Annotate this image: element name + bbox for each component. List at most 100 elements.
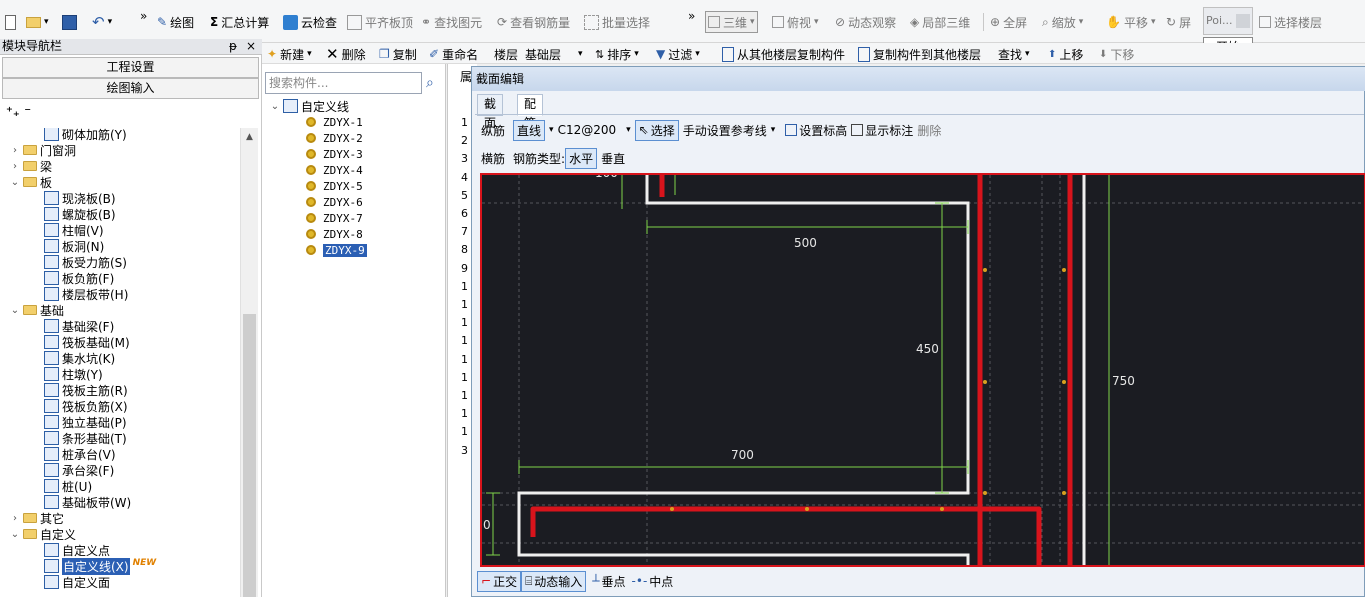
tree-folder[interactable]: › 其它 bbox=[10, 510, 64, 526]
top-view-button[interactable]: 俯视 ▾ bbox=[772, 12, 819, 32]
delete-rebar-button[interactable]: 删除 bbox=[917, 122, 941, 139]
zoom-button[interactable]: ⌕ 缩放 ▾ bbox=[1042, 12, 1083, 32]
midpoint-snap[interactable]: -•- 中点 bbox=[632, 573, 674, 590]
flat-top-button[interactable]: 平齐板顶 bbox=[347, 12, 413, 32]
list-item[interactable]: ZDYX-4 bbox=[306, 162, 363, 178]
chevron-down-icon[interactable]: ⌄ bbox=[270, 101, 280, 112]
expand-collapse-icon[interactable]: ⁺₊ ⁻ bbox=[6, 105, 31, 120]
chevron-right-icon[interactable]: › bbox=[10, 161, 20, 172]
show-dim-button[interactable]: 显示标注 bbox=[851, 122, 913, 139]
draw-button[interactable]: ✎ 绘图 bbox=[157, 12, 194, 32]
tree-item[interactable]: 砌体加筋(Y) bbox=[44, 128, 127, 142]
tree-item[interactable]: 基础板带(W) bbox=[44, 494, 131, 510]
vertical-button[interactable]: 垂直 bbox=[601, 150, 625, 167]
tree-item[interactable]: 板负筋(F) bbox=[44, 270, 114, 286]
tree-item[interactable]: 桩(U) bbox=[44, 478, 92, 494]
undo-button[interactable]: ↶ ▾ bbox=[92, 12, 112, 32]
tree-scrollbar[interactable]: ▲ bbox=[240, 128, 258, 597]
save-button[interactable] bbox=[62, 12, 77, 32]
tree-item[interactable]: 螺旋板(B) bbox=[44, 206, 116, 222]
list-item[interactable]: ZDYX-9 bbox=[306, 242, 367, 258]
tree-item[interactable]: 柱墩(Y) bbox=[44, 366, 103, 382]
sum-calc-button[interactable]: Σ 汇总计算 bbox=[210, 12, 269, 32]
filter-button[interactable]: ▼ 过滤 ▾ bbox=[656, 44, 700, 64]
tab-section[interactable]: 截面 bbox=[477, 94, 504, 130]
rebar-spec-select[interactable]: C12@200 bbox=[558, 123, 617, 137]
more-tools-button-2[interactable]: » bbox=[688, 6, 695, 26]
pan-button[interactable]: ✋ 平移 ▾ bbox=[1106, 12, 1156, 32]
tree-item[interactable]: 楼层板带(H) bbox=[44, 286, 128, 302]
tree-folder[interactable]: › 梁 bbox=[10, 158, 52, 174]
open-file-button[interactable]: ▾ bbox=[26, 12, 49, 32]
list-item[interactable]: ZDYX-5 bbox=[306, 178, 363, 194]
tree-item[interactable]: 现浇板(B) bbox=[44, 190, 116, 206]
tree-item[interactable]: 筏板基础(M) bbox=[44, 334, 130, 350]
pin-icon[interactable]: ᵽ bbox=[229, 39, 237, 54]
local-3d-button[interactable]: ◈ 局部三维 bbox=[910, 12, 970, 32]
spec-dropdown-icon[interactable]: ▾ bbox=[626, 125, 631, 135]
tree-item[interactable]: 柱帽(V) bbox=[44, 222, 104, 238]
dynamic-view-button[interactable]: ⊘ 动态观察 bbox=[835, 12, 896, 32]
copy-to-floor-button[interactable]: 复制构件到其他楼层 bbox=[858, 44, 981, 64]
ortho-toggle[interactable]: ⌐ 正交 bbox=[477, 570, 522, 592]
select-button[interactable]: ⇖ 选择 bbox=[634, 119, 679, 141]
line-mode-button[interactable]: 直线 bbox=[513, 119, 546, 141]
tree-folder[interactable]: › 门窗洞 bbox=[10, 142, 76, 158]
batch-select-button[interactable]: 批量选择 bbox=[584, 12, 650, 32]
tree-item[interactable]: 独立基础(P) bbox=[44, 414, 127, 430]
list-item[interactable]: ZDYX-7 bbox=[306, 210, 363, 226]
chevron-down-icon[interactable]: ⌄ bbox=[10, 305, 20, 316]
list-item[interactable]: ZDYX-3 bbox=[306, 146, 363, 162]
tree-folder[interactable]: ⌄ 板 bbox=[10, 174, 52, 190]
tree-item[interactable]: 板洞(N) bbox=[44, 238, 104, 254]
find-button[interactable]: 查找 ▾ bbox=[998, 44, 1030, 64]
fullscreen-button[interactable]: ⊕ 全屏 bbox=[990, 12, 1027, 32]
move-down-button[interactable]: ⬇ 下移 bbox=[1099, 44, 1134, 64]
move-up-button[interactable]: ⬆ 上移 bbox=[1048, 44, 1083, 64]
tab-rebar[interactable]: 配筋 bbox=[517, 94, 544, 130]
list-item[interactable]: ZDYX-6 bbox=[306, 194, 363, 210]
set-elevation-button[interactable]: 设置标高 bbox=[785, 122, 847, 139]
chevron-down-icon[interactable]: ⌄ bbox=[10, 529, 20, 540]
tree-item[interactable]: 自定义线(X) NEW bbox=[44, 557, 156, 575]
manual-ref-button[interactable]: 手动设置参考线 bbox=[683, 122, 767, 139]
search-icon[interactable]: ⌕ bbox=[426, 75, 434, 91]
cloud-check-button[interactable]: 云检查 bbox=[283, 12, 337, 32]
drawing-canvas[interactable]: 100 500 450 750 700 0 bbox=[480, 173, 1365, 567]
floor-selector[interactable]: 楼层 基础层 ▾ bbox=[494, 44, 583, 64]
find-element-button[interactable]: ⚭ 查找图元 bbox=[421, 12, 482, 32]
longitudinal-rebar-button[interactable]: 纵筋 bbox=[477, 122, 509, 139]
close-icon[interactable]: × bbox=[246, 39, 256, 54]
scroll-thumb[interactable] bbox=[243, 314, 256, 597]
perpendicular-snap[interactable]: ┴ 垂点 bbox=[592, 573, 625, 590]
tree-item[interactable]: 筏板主筋(R) bbox=[44, 382, 128, 398]
search-input[interactable]: 搜索构件... bbox=[265, 72, 422, 94]
delete-component-button[interactable]: ✕ 删除 bbox=[326, 44, 366, 64]
tree-item[interactable]: 自定义点 bbox=[44, 542, 110, 558]
horizontal-button[interactable]: 水平 bbox=[565, 147, 598, 169]
manual-ref-dropdown-icon[interactable]: ▾ bbox=[771, 125, 776, 135]
scroll-up-icon[interactable]: ▲ bbox=[246, 132, 253, 142]
chevron-right-icon[interactable]: › bbox=[10, 513, 20, 524]
line-mode-dropdown-icon[interactable]: ▾ bbox=[549, 125, 554, 135]
tree-item[interactable]: 承台梁(F) bbox=[44, 462, 114, 478]
transverse-rebar-button[interactable]: 横筋 bbox=[477, 150, 509, 167]
screen-button[interactable]: ↻ 屏 bbox=[1166, 12, 1191, 32]
list-item[interactable]: ZDYX-2 bbox=[306, 130, 363, 146]
chevron-right-icon[interactable]: › bbox=[10, 145, 20, 156]
view-3d-dropdown[interactable]: 三维 ▾ bbox=[705, 11, 758, 33]
tree-folder[interactable]: ⌄ 基础 bbox=[10, 302, 64, 318]
chevron-down-icon[interactable]: ⌄ bbox=[10, 177, 20, 188]
select-floor-button[interactable]: 选择楼层 bbox=[1259, 12, 1322, 32]
tree-item[interactable]: 筏板负筋(X) bbox=[44, 398, 128, 414]
dynamic-input-toggle[interactable]: ⌸ 动态输入 bbox=[521, 570, 587, 592]
tree-item[interactable]: 自定义面 bbox=[44, 574, 110, 590]
rename-component-button[interactable]: ✐ 重命名 bbox=[429, 44, 478, 64]
popup-title[interactable]: Poi... bbox=[1203, 7, 1253, 35]
project-settings-button[interactable]: 工程设置 bbox=[2, 57, 259, 78]
copy-from-floor-button[interactable]: 从其他楼层复制构件 bbox=[722, 44, 845, 64]
new-file-button[interactable] bbox=[5, 12, 16, 32]
tree-item[interactable]: 基础梁(F) bbox=[44, 318, 114, 334]
view-rebar-button[interactable]: ⟳ 查看钢筋量 bbox=[497, 12, 570, 32]
list-item[interactable]: ZDYX-8 bbox=[306, 226, 363, 242]
